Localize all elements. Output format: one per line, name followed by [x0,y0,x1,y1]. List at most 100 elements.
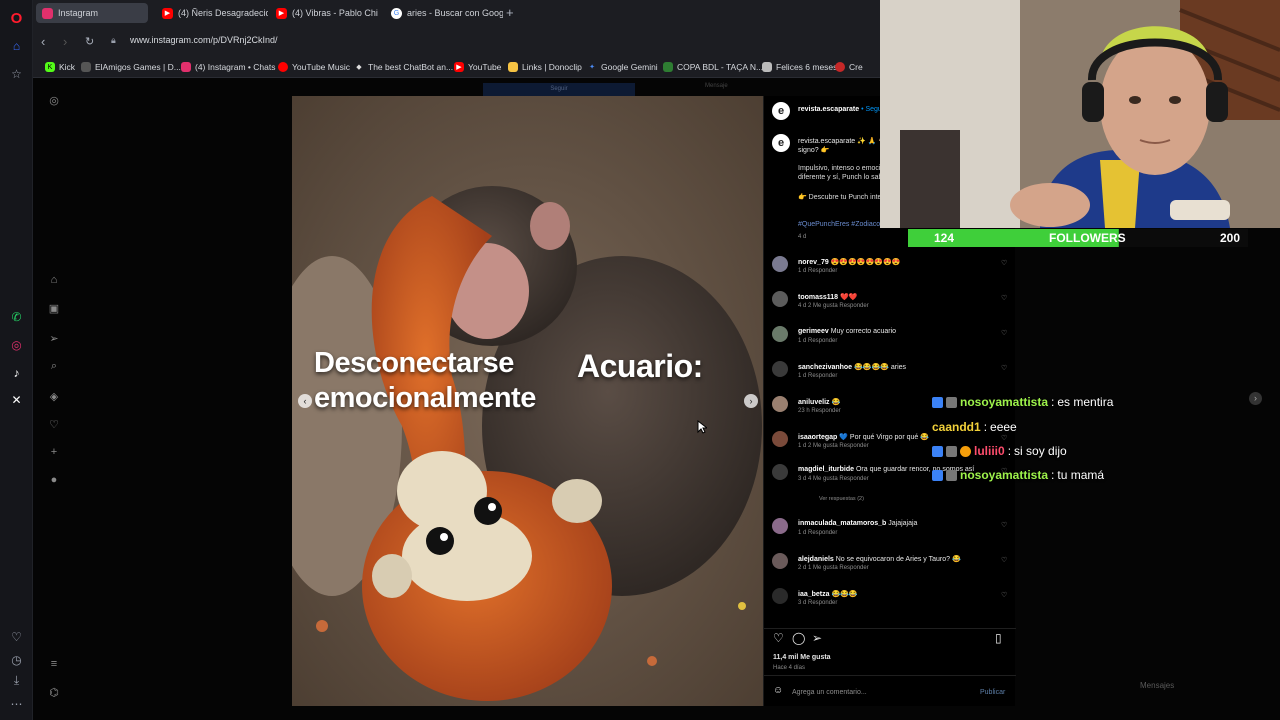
bookmark-chatbot[interactable]: ◆ The best ChatBot an... [354,62,453,72]
caption-hashtags[interactable]: #QuePunchEres #Zodiaco [798,221,880,228]
home-icon[interactable]: ⌂ [47,274,61,288]
comment-meta[interactable]: 1 d Responder [798,338,837,344]
tab-google[interactable]: G aries - Buscar con Google [385,3,503,23]
view-replies[interactable]: Ver respuestas (2) [819,496,864,502]
comment-like-icon[interactable]: ♡ [1001,434,1007,442]
messages-icon[interactable]: ➢ [47,332,61,346]
notifications-icon[interactable]: ♡ [47,418,61,432]
comment-like-icon[interactable]: ♡ [1001,329,1007,337]
bookmark-donoclip[interactable]: Links | Donoclip [508,62,582,72]
bookmark-youtube[interactable]: ▶ YouTube [454,62,501,72]
prev-arrow-icon[interactable]: ‹ [298,394,312,408]
bookmark-kick[interactable]: K Kick [45,62,75,72]
new-tab-button[interactable]: + [506,5,514,20]
commenter-avatar[interactable] [772,396,788,412]
comment-like-icon[interactable]: ♡ [1001,521,1007,529]
commenter-avatar[interactable] [772,256,788,272]
comment-like-icon[interactable]: ♡ [1001,364,1007,372]
publish-button[interactable]: Publicar [980,689,1005,696]
comment-meta[interactable]: 3 d 4 Me gusta Responder [798,476,869,482]
comment-username[interactable]: aniluveliz [798,399,830,406]
author-avatar[interactable]: e [772,102,790,120]
create-icon[interactable]: + [47,446,61,460]
url-field[interactable]: www.instagram.com/p/DVRnj2CkInd/ [130,35,278,45]
tab-instagram[interactable]: Instagram [36,3,148,23]
comment-username[interactable]: isaaortegap [798,434,837,441]
comment-meta[interactable]: 3 d Responder [798,600,837,606]
menu-icon[interactable]: ≡ [47,658,61,672]
commenter-avatar[interactable] [772,464,788,480]
more-icon[interactable]: ⋯ [8,695,25,712]
comment-username[interactable]: gerimeev [798,328,829,335]
comment-like-icon[interactable]: ♡ [1001,591,1007,599]
comment-meta[interactable]: 4 d 2 Me gusta Responder [798,303,869,309]
commenter-avatar[interactable] [772,291,788,307]
comment-input[interactable]: Agrega un comentario... [792,689,867,696]
explore-icon[interactable]: ◈ [47,390,61,404]
comment-meta[interactable]: 1 d 2 Me gusta Responder [798,443,869,449]
x-icon[interactable]: ✕ [8,391,25,408]
back-icon[interactable]: ‹ [41,34,45,49]
reload-icon[interactable]: ↻ [85,35,94,48]
download-icon[interactable]: ⤓ [8,672,25,689]
reels-icon[interactable]: ▣ [47,302,61,316]
forward-icon[interactable]: › [63,34,67,49]
meta-icon[interactable]: ⌬ [47,686,61,700]
comment-username[interactable]: magdiel_iturbide [798,466,854,473]
next-arrow-icon[interactable]: › [744,394,758,408]
comment-username[interactable]: inmaculada_matamoros_b [798,520,886,527]
star-icon[interactable]: ☆ [8,65,25,82]
author-avatar[interactable]: e [772,134,790,152]
commenter-avatar[interactable] [772,326,788,342]
next-post-icon[interactable]: › [1249,392,1262,405]
comment-meta[interactable]: 2 d 1 Me gusta Responder [798,565,869,571]
author-name[interactable]: revista.escaparate [798,106,859,113]
whatsapp-icon[interactable]: ✆ [8,308,25,325]
bookmark-cre[interactable]: Cre [835,62,863,72]
emoji-icon[interactable]: ☺ [773,685,783,696]
save-icon[interactable]: ▯ [995,631,1002,645]
history-icon[interactable]: ◷ [8,651,25,668]
share-icon[interactable]: ➢ [812,631,822,645]
comment-meta[interactable]: 23 h Responder [798,408,841,414]
opera-logo-icon[interactable]: O [8,10,25,27]
comment-username[interactable]: toomass118 [798,294,838,301]
commenter-avatar[interactable] [772,553,788,569]
comment-like-icon[interactable]: ♡ [1001,259,1007,267]
commenter-avatar[interactable] [772,431,788,447]
comment-icon[interactable]: ◯ [792,631,805,645]
like-icon[interactable]: ♡ [773,631,784,645]
comment-meta[interactable]: 1 d Responder [798,268,837,274]
comment-meta[interactable]: 1 d Responder [798,530,837,536]
heart-icon[interactable]: ♡ [8,628,25,645]
commenter-avatar[interactable] [772,518,788,534]
bookmark-copa-bdl[interactable]: COPA BDL - TAÇA N... [663,62,763,72]
bookmark-felices[interactable]: Felices 6 meses [762,62,837,72]
comment-like-icon[interactable]: ♡ [1001,556,1007,564]
commenter-avatar[interactable] [772,361,788,377]
comment-username[interactable]: iaa_betza [798,591,830,598]
messages-button[interactable]: Mensajes [1140,681,1174,690]
tab-youtube-1[interactable]: ▶ (4) Ñeris Desagradecidos [156,3,268,23]
bookmark-youtube-music[interactable]: YouTube Music [278,62,350,72]
bookmark-instagram-chats[interactable]: (4) Instagram • Chats [181,62,275,72]
search-icon[interactable]: ⌕ [47,360,61,374]
follow-button-bg[interactable]: Seguir [483,83,635,96]
comment-meta[interactable]: 1 d Responder [798,373,837,379]
bookmark-elamigos[interactable]: ElAmigos Games | D... [81,62,181,72]
comment-like-icon[interactable]: ♡ [1001,294,1007,302]
likes-count[interactable]: 11,4 mil Me gusta [773,654,831,661]
tab-youtube-2[interactable]: ▶ (4) Vibras - Pablo Chi [270,3,382,23]
comment-username[interactable]: norev_79 [798,259,829,266]
message-button-bg[interactable]: Mensaje [705,83,728,89]
post-image[interactable]: Desconectarse emocionalmente Acuario: ‹ … [292,96,763,706]
tiktok-icon[interactable]: ♪ [8,364,25,381]
commenter-avatar[interactable] [772,588,788,604]
bookmark-gemini[interactable]: ✦ Google Gemini [587,62,658,72]
instagram-logo-icon[interactable]: ◎ [47,94,61,108]
comment-username[interactable]: alejdaniels [798,556,834,563]
home-icon[interactable]: ⌂ [8,37,25,54]
comment-username[interactable]: sanchezivanhoe [798,364,852,371]
profile-icon[interactable]: ● [47,474,61,488]
instagram-icon[interactable]: ◎ [8,336,25,353]
